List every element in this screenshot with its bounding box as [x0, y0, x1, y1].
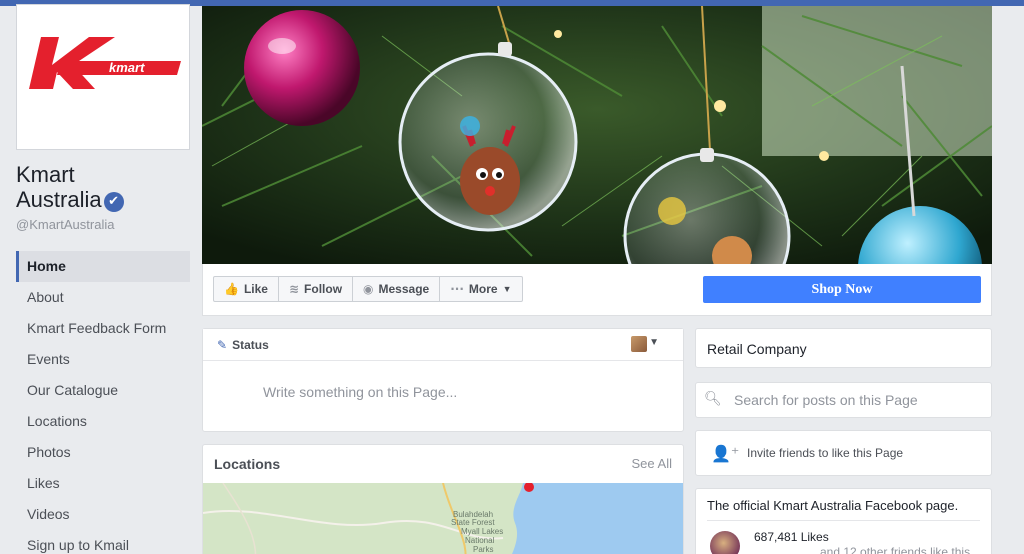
locations-card: Locations See All Bulahdelah State Fores… [202, 444, 684, 554]
nav-item-kmail-signup[interactable]: Sign up to Kmail [16, 530, 190, 554]
nav-item-videos[interactable]: Videos [16, 499, 190, 530]
follow-label: Follow [304, 282, 343, 296]
nav-item-home[interactable]: Home [16, 251, 190, 282]
cover-photo[interactable] [202, 6, 992, 264]
ellipsis-icon: ··· [450, 282, 464, 296]
map-label: Myall Lakes [461, 527, 503, 536]
page-category[interactable]: Retail Company [707, 341, 807, 357]
follow-button[interactable]: ≋ Follow [277, 276, 354, 302]
status-input[interactable]: Write something on this Page... [263, 384, 457, 400]
search-icon: 🔍︎ [704, 391, 722, 407]
nav-item-feedback-form[interactable]: Kmart Feedback Form [16, 313, 190, 344]
category-card: Retail Company [695, 328, 992, 368]
nav-item-locations[interactable]: Locations [16, 406, 190, 437]
chevron-down-icon[interactable]: ▼ [649, 337, 659, 348]
rss-icon: ≋ [288, 282, 300, 296]
invite-friends-card[interactable]: 👤⁺ Invite friends to like this Page [695, 430, 992, 476]
status-tab-label: Status [232, 338, 269, 352]
nav-item-catalogue[interactable]: Our Catalogue [16, 375, 190, 406]
more-button[interactable]: ··· More ▼ [439, 276, 523, 302]
add-person-icon: 👤⁺ [711, 444, 740, 463]
pencil-icon: ✎ [217, 338, 228, 352]
verified-badge-icon: ✔ [103, 192, 124, 212]
thumbs-up-icon: 👍 [224, 282, 239, 296]
nav-item-likes[interactable]: Likes [16, 468, 190, 499]
nav-item-photos[interactable]: Photos [16, 437, 190, 468]
profile-picture[interactable]: kmart [16, 4, 190, 150]
locations-map[interactable]: Bulahdelah State Forest Myall Lakes Nati… [203, 482, 683, 554]
action-button-group: 👍 Like ≋ Follow ◉ Message ··· More ▼ [213, 276, 523, 302]
kmart-logo: kmart [21, 5, 185, 145]
logo-text: kmart [109, 60, 145, 75]
about-description: The official Kmart Australia Facebook pa… [707, 498, 959, 513]
nav-item-about[interactable]: About [16, 282, 190, 313]
about-card: The official Kmart Australia Facebook pa… [695, 488, 992, 554]
chevron-down-icon: ▼ [502, 284, 512, 294]
composer-header: ✎ Status ▼ [203, 329, 683, 361]
like-label: Like [243, 282, 268, 296]
message-button[interactable]: ◉ Message [352, 276, 441, 302]
map-label: National [465, 536, 495, 545]
nav-item-events[interactable]: Events [16, 344, 190, 375]
message-label: Message [378, 282, 430, 296]
page-nav: Home About Kmart Feedback Form Events Ou… [16, 251, 190, 554]
page-name[interactable]: Kmart Australia ✔ [16, 162, 124, 212]
friends-like-text[interactable]: and 12 other friends like this [820, 545, 970, 554]
page-action-bar: 👍 Like ≋ Follow ◉ Message ··· More ▼ Shop Now [202, 264, 992, 316]
friend-avatar[interactable] [710, 531, 740, 554]
map-label: State Forest [451, 518, 495, 527]
avatar[interactable] [631, 336, 647, 352]
locations-title: Locations [214, 456, 281, 472]
page-name-line2: Australia [16, 187, 102, 212]
map-label: Parks [473, 545, 493, 554]
messenger-icon: ◉ [363, 282, 374, 296]
status-composer: ✎ Status ▼ Write something on this Page..… [202, 328, 684, 432]
status-tab[interactable]: ✎ Status [217, 338, 269, 352]
likes-count[interactable]: 687,481 Likes [754, 530, 829, 544]
like-button[interactable]: 👍 Like [213, 276, 279, 302]
shop-now-button[interactable]: Shop Now [703, 276, 981, 303]
divider [707, 520, 980, 521]
more-label: More [468, 282, 498, 296]
invite-text: Invite friends to like this Page [747, 446, 904, 460]
page-search[interactable]: 🔍︎ Search for posts on this Page [695, 382, 992, 418]
see-all-link[interactable]: See All [632, 456, 672, 471]
page-handle[interactable]: @KmartAustralia [16, 217, 114, 232]
page-name-line1: Kmart [16, 162, 75, 187]
search-input[interactable]: Search for posts on this Page [734, 392, 918, 408]
